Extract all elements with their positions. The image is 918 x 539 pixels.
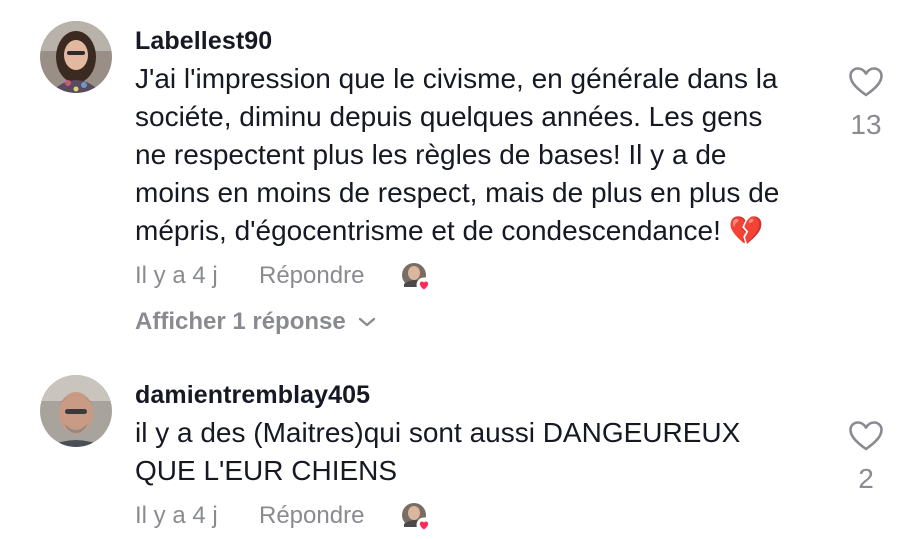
- comment-text-line: sociéte, diminu depuis quelques années. …: [135, 101, 763, 132]
- comment-item: Labellest90 J'ai l'impression que le civ…: [0, 0, 918, 360]
- comment-text: il y a des (Maitres)qui sont aussi DANGE…: [135, 414, 740, 490]
- comment-meta: Il y a 4 j Répondre: [135, 500, 364, 532]
- comment-text-line: il y a des (Maitres)qui sont aussi DANGE…: [135, 417, 741, 448]
- comment-text-line: J'ai l'impression que le civisme, en gén…: [135, 63, 778, 94]
- like-button[interactable]: 13: [836, 66, 896, 141]
- comment-text-line: ne respectent plus les règles de bases! …: [135, 139, 727, 170]
- comment-text-line: moins en moins de respect, mais de plus …: [135, 177, 780, 208]
- avatar[interactable]: [40, 375, 112, 447]
- view-replies-label: Afficher 1 réponse: [135, 308, 346, 335]
- comment-timestamp: Il y a 4 j: [135, 262, 218, 289]
- creator-liked-heart-icon: [401, 502, 432, 533]
- reply-button[interactable]: Répondre: [259, 502, 364, 530]
- user-avatar-image: [40, 375, 112, 447]
- reply-button[interactable]: Répondre: [259, 262, 364, 290]
- user-avatar-image: [40, 21, 112, 93]
- comment-meta: Il y a 4 j Répondre: [135, 260, 364, 292]
- view-replies-button[interactable]: Afficher 1 réponse: [135, 308, 376, 336]
- comment-text-line: QUE L'EUR CHIENS: [135, 455, 398, 486]
- creator-liked-heart-icon: [401, 262, 432, 293]
- avatar[interactable]: [40, 21, 112, 93]
- username[interactable]: Labellest90: [135, 27, 272, 56]
- username[interactable]: damientremblay405: [135, 381, 370, 410]
- comment-text-line: mépris, d'égocentrisme et de condescenda…: [135, 215, 764, 246]
- comment-text: J'ai l'impression que le civisme, en gén…: [135, 60, 779, 250]
- comment-timestamp: Il y a 4 j: [135, 502, 218, 529]
- heart-icon: [848, 420, 884, 457]
- heart-icon: [848, 66, 884, 103]
- like-button[interactable]: 2: [836, 420, 896, 495]
- like-count: 13: [850, 109, 882, 140]
- like-count: 2: [858, 463, 874, 494]
- comment-item: damientremblay405 il y a des (Maitres)qu…: [0, 360, 918, 538]
- chevron-down-icon: [358, 316, 376, 328]
